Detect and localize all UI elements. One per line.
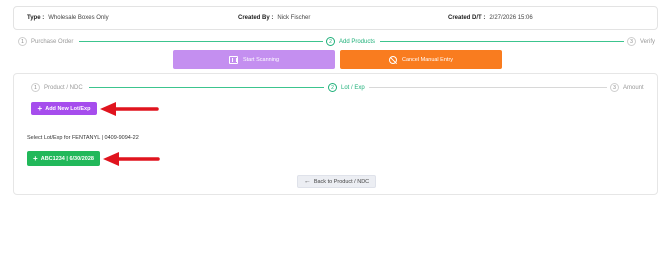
cancel-manual-entry-button[interactable]: Cancel Manual Entry (340, 50, 502, 69)
sub-step-amount[interactable]: 3 Amount (610, 83, 644, 92)
start-scanning-button[interactable]: Start Scanning (173, 50, 335, 69)
sub-step-lot-exp[interactable]: 2 Lot / Exp (328, 83, 365, 92)
annotation-arrow-icon (100, 102, 159, 116)
add-new-lot-label: Add New Lot/Exp (45, 105, 91, 112)
select-lot-prompt: Select Lot/Exp for FENTANYL | 0409-9094-… (27, 135, 139, 141)
existing-lot-button[interactable]: + ABC1234 | 6/30/2028 (27, 151, 100, 166)
step-number: 2 (328, 83, 337, 92)
step-number: 3 (610, 83, 619, 92)
step-number: 3 (627, 37, 636, 46)
created-dt-info: Created D/T :2/27/2026 15:06 (448, 15, 533, 21)
step-label: Verify (640, 38, 656, 45)
barcode-scan-icon (228, 55, 238, 64)
start-scanning-label: Start Scanning (242, 56, 280, 63)
created-dt-label: Created D/T : (448, 15, 486, 21)
step-label: Amount (623, 84, 644, 91)
main-step-add-products[interactable]: 2 Add Products (326, 37, 375, 46)
main-stepper: 1 Purchase Order 2 Add Products 3 Verify (18, 37, 658, 47)
type-info: Type : Wholesale Boxes Only (27, 15, 109, 21)
created-dt-value: 2/27/2026 15:06 (489, 15, 533, 21)
created-by-value: Nick Fischer (277, 15, 311, 21)
annotation-arrow-icon (103, 152, 160, 166)
cancel-circle-icon (388, 55, 397, 64)
order-info-card: Type : Wholesale Boxes Only Created By :N… (13, 6, 658, 30)
created-by-info: Created By : Nick Fischer (238, 15, 310, 21)
created-by-label: Created By : (238, 15, 274, 21)
add-new-lot-button[interactable]: + Add New Lot/Exp (31, 102, 97, 115)
step-label: Product / NDC (44, 84, 83, 91)
step-number: 1 (18, 37, 27, 46)
cancel-manual-entry-label: Cancel Manual Entry (401, 56, 454, 63)
main-step-verify[interactable]: 3 Verify (627, 37, 655, 46)
existing-lot-label: ABC1234 | 6/30/2028 (40, 155, 94, 162)
back-to-product-label: Back to Product / NDC (313, 178, 370, 185)
sub-stepper: 1 Product / NDC 2 Lot / Exp 3 Amount (31, 83, 651, 93)
step-connector (79, 41, 323, 42)
plus-icon: + (33, 153, 38, 163)
step-connector (380, 41, 624, 42)
type-label: Type : (27, 15, 45, 21)
step-number: 1 (31, 83, 40, 92)
type-value: Wholesale Boxes Only (48, 15, 109, 21)
step-connector (369, 87, 607, 88)
step-label: Purchase Order (31, 38, 74, 45)
arrow-left-icon: ← (303, 178, 311, 185)
step-label: Add Products (339, 38, 376, 45)
step-connector (89, 87, 324, 88)
step-number: 2 (326, 37, 335, 46)
plus-icon: + (37, 103, 43, 113)
step-label: Lot / Exp (341, 84, 365, 91)
sub-step-product-ndc[interactable]: 1 Product / NDC (31, 83, 83, 92)
main-step-purchase-order[interactable]: 1 Purchase Order (18, 37, 73, 46)
back-to-product-button[interactable]: ← Back to Product / NDC (297, 175, 376, 188)
